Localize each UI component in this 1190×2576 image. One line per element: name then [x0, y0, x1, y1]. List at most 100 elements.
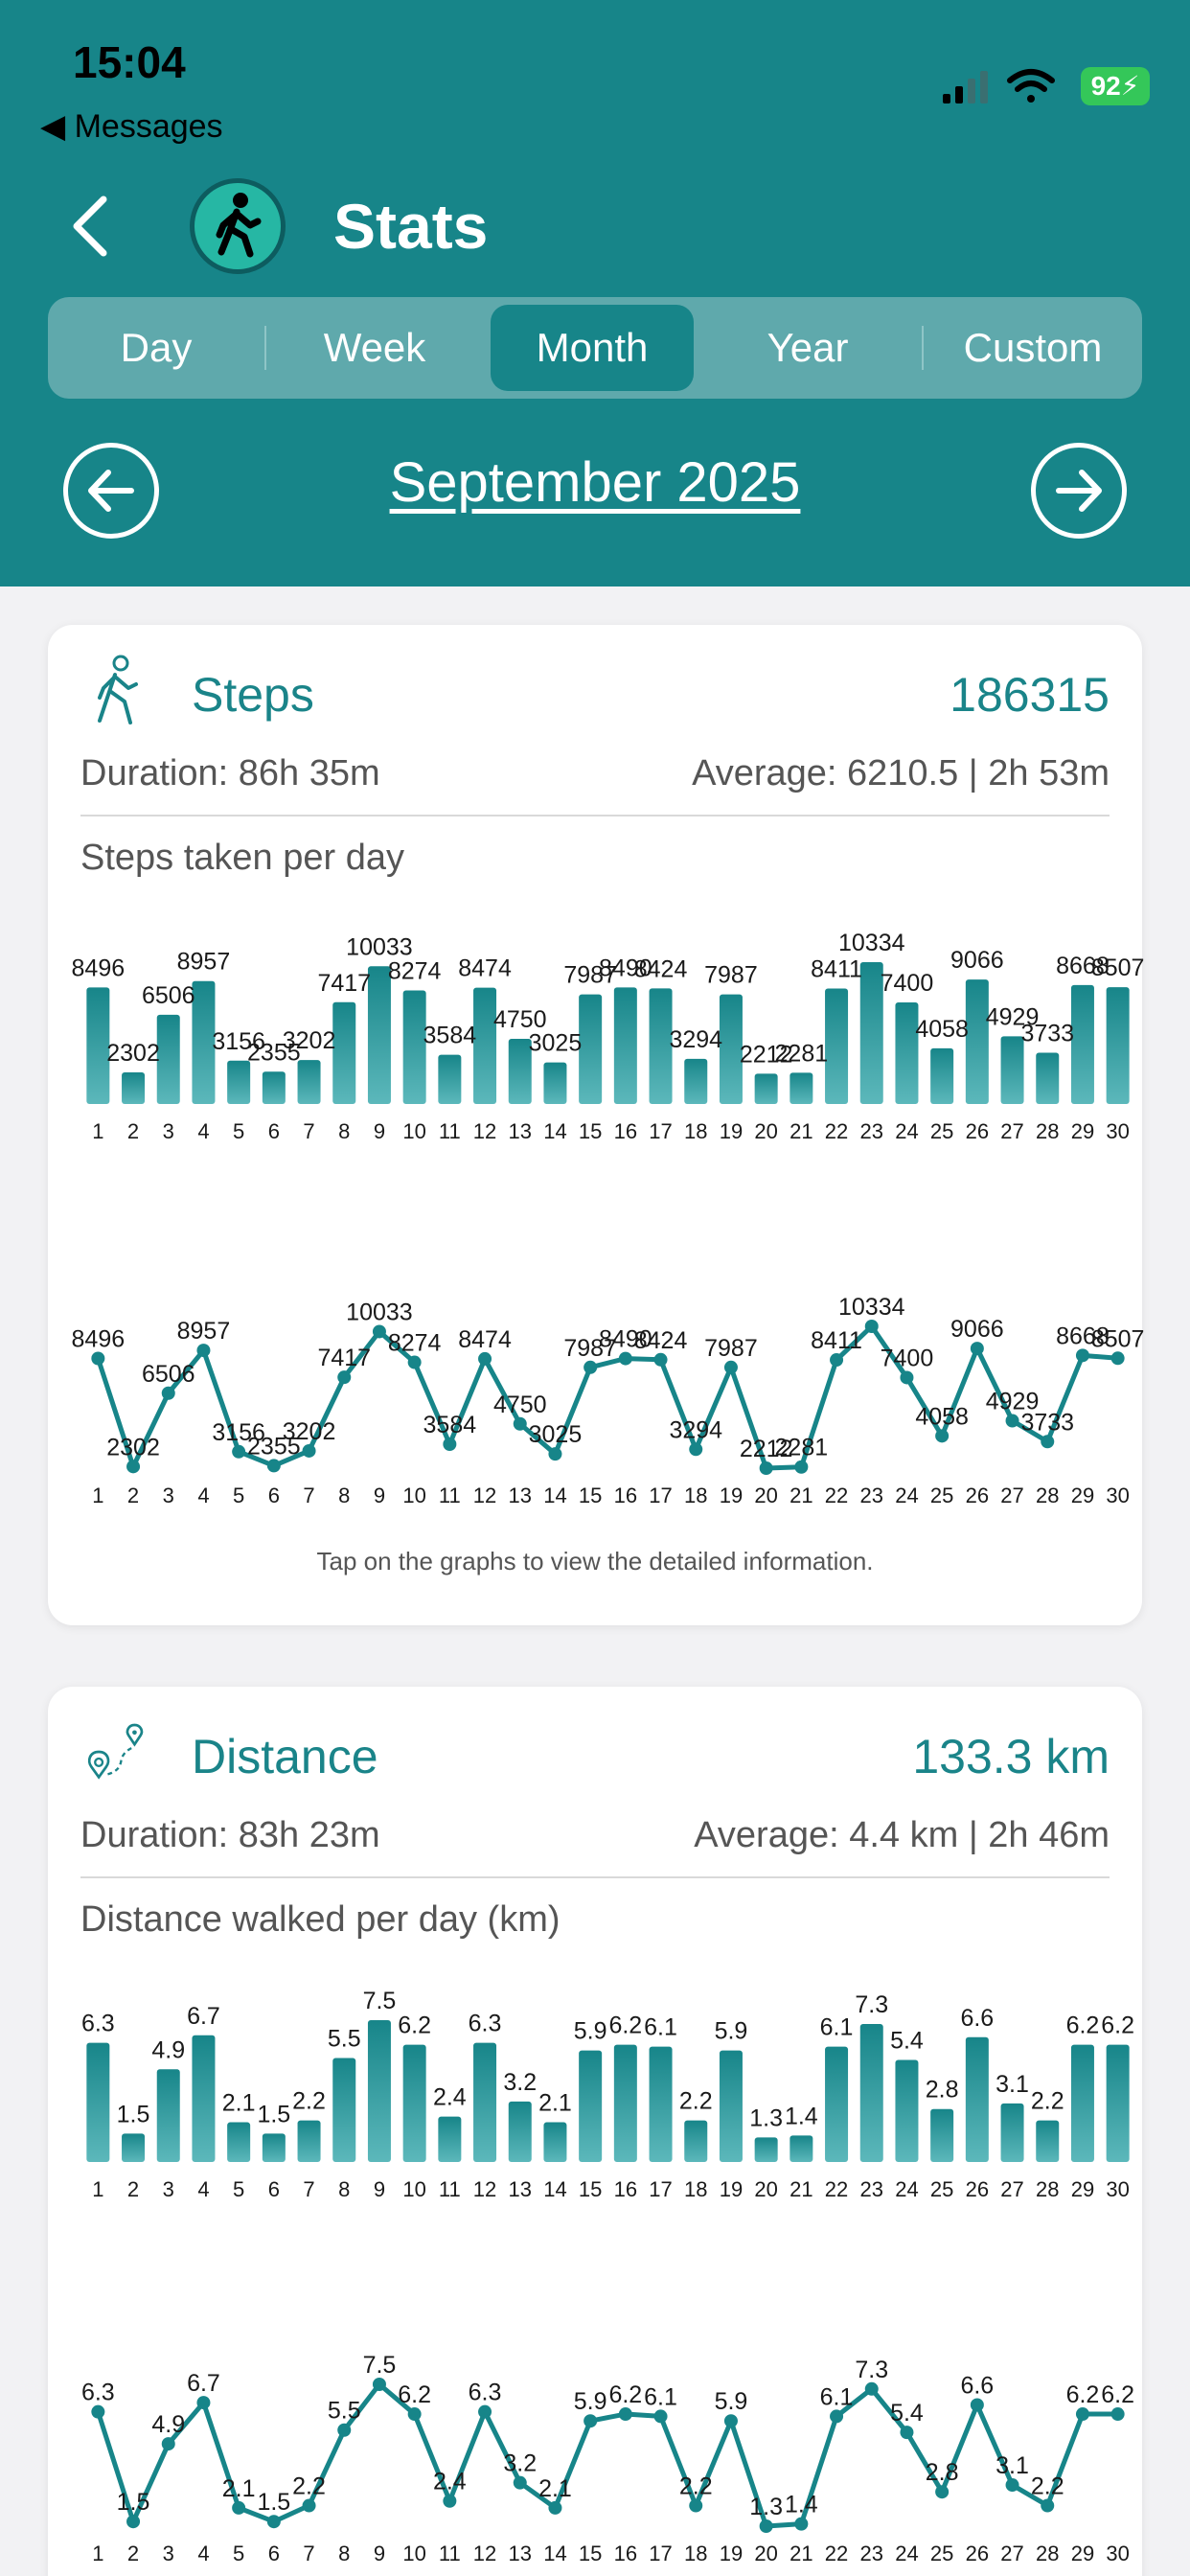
chart-point[interactable] — [759, 2519, 773, 2533]
chart-point[interactable] — [548, 2500, 562, 2515]
chart-point[interactable] — [584, 1360, 598, 1374]
chart-point[interactable] — [407, 1355, 422, 1369]
chart-point[interactable] — [126, 2515, 141, 2529]
chart-bar[interactable] — [508, 2101, 532, 2162]
chart-bar[interactable] — [297, 2120, 321, 2162]
chart-bar[interactable] — [965, 979, 989, 1104]
chart-bar[interactable] — [1106, 987, 1130, 1104]
chart-bar[interactable] — [613, 2044, 637, 2162]
chart-point[interactable] — [723, 2414, 738, 2428]
chart-bar[interactable] — [1036, 2120, 1060, 2162]
chart-point[interactable] — [1110, 2407, 1125, 2422]
chart-point[interactable] — [302, 2498, 316, 2513]
chart-point[interactable] — [161, 1386, 175, 1400]
chart-point[interactable] — [935, 1429, 950, 1443]
chart-point[interactable] — [900, 1370, 914, 1385]
chart-point[interactable] — [337, 1370, 352, 1385]
chart-bar[interactable] — [1036, 1052, 1060, 1104]
chart-point[interactable] — [478, 1351, 492, 1366]
chart-bar[interactable] — [297, 1060, 321, 1104]
tab-day[interactable]: Day — [48, 297, 264, 399]
chart-bar[interactable] — [156, 1014, 180, 1104]
chart-bar[interactable] — [192, 2035, 216, 2162]
chart-point[interactable] — [935, 2485, 950, 2499]
chart-point[interactable] — [266, 1459, 281, 1473]
steps-line-chart[interactable]: 8496230265068957315623553202741710033827… — [48, 1276, 1145, 1526]
steps-bar-chart[interactable]: 8496230265068957315623553202741710033827… — [48, 912, 1145, 1162]
chart-bar[interactable] — [156, 2069, 180, 2162]
chart-bar[interactable] — [332, 1001, 356, 1104]
chart-point[interactable] — [1041, 2498, 1055, 2513]
chart-point[interactable] — [232, 2500, 246, 2515]
chart-bar[interactable] — [473, 2042, 497, 2162]
back-to-messages-link[interactable]: ◀ Messages — [40, 107, 223, 146]
chart-bar[interactable] — [122, 1072, 146, 1104]
chart-bar[interactable] — [649, 2046, 673, 2162]
chart-point[interactable] — [689, 1442, 703, 1457]
chart-bar[interactable] — [1000, 2103, 1024, 2162]
chart-point[interactable] — [1075, 1348, 1089, 1363]
chart-point[interactable] — [1075, 2407, 1089, 2422]
chart-point[interactable] — [689, 2498, 703, 2513]
chart-point[interactable] — [970, 2398, 984, 2412]
chart-bar[interactable] — [684, 2120, 708, 2162]
chart-point[interactable] — [91, 2404, 105, 2419]
chart-point[interactable] — [548, 1447, 562, 1461]
chart-bar[interactable] — [754, 1073, 778, 1104]
chart-bar[interactable] — [930, 1047, 954, 1104]
chart-point[interactable] — [723, 1360, 738, 1374]
chart-point[interactable] — [372, 2378, 386, 2391]
chart-point[interactable] — [161, 2437, 175, 2451]
chart-point[interactable] — [1110, 1351, 1125, 1366]
chart-point[interactable] — [864, 1320, 879, 1333]
chart-bar[interactable] — [1070, 2044, 1094, 2162]
current-period-label[interactable]: September 2025 — [287, 450, 903, 515]
chart-point[interactable] — [830, 2409, 844, 2424]
chart-bar[interactable] — [367, 966, 391, 1104]
chart-bar[interactable] — [825, 988, 849, 1104]
chart-bar[interactable] — [1106, 2044, 1130, 2162]
chart-point[interactable] — [513, 1416, 527, 1431]
chart-bar[interactable] — [262, 1071, 286, 1104]
chart-point[interactable] — [970, 1342, 984, 1356]
chart-bar[interactable] — [262, 2133, 286, 2162]
chart-bar[interactable] — [579, 2050, 603, 2162]
tab-custom[interactable]: Custom — [924, 297, 1142, 399]
chart-point[interactable] — [196, 2396, 211, 2410]
chart-point[interactable] — [478, 2404, 492, 2419]
chart-point[interactable] — [126, 1460, 141, 1474]
chart-point[interactable] — [794, 1460, 809, 1474]
next-month-button[interactable] — [1031, 443, 1127, 539]
chart-point[interactable] — [864, 2381, 879, 2396]
chart-bar[interactable] — [859, 2023, 883, 2162]
chart-bar[interactable] — [227, 2122, 251, 2162]
chart-bar[interactable] — [543, 2122, 567, 2162]
chart-point[interactable] — [900, 2426, 914, 2440]
chart-bar[interactable] — [754, 2137, 778, 2162]
chart-point[interactable] — [337, 2423, 352, 2437]
previous-month-button[interactable] — [63, 443, 159, 539]
chart-point[interactable] — [372, 1324, 386, 1339]
chart-point[interactable] — [1041, 1435, 1055, 1449]
chart-bar[interactable] — [895, 2059, 919, 2162]
chart-point[interactable] — [794, 2517, 809, 2531]
chart-bar[interactable] — [613, 987, 637, 1104]
chart-point[interactable] — [584, 2414, 598, 2428]
chart-point[interactable] — [196, 1344, 211, 1358]
chart-bar[interactable] — [1070, 984, 1094, 1104]
chart-bar[interactable] — [473, 987, 497, 1104]
chart-bar[interactable] — [930, 2108, 954, 2162]
chart-bar[interactable] — [825, 2046, 849, 2162]
chart-bar[interactable] — [122, 2133, 146, 2162]
distance-bar-chart[interactable]: 6.31.54.96.72.1 1.5 2.25.57.56.22.46.33.22… — [48, 1970, 1142, 2229]
chart-point[interactable] — [302, 1443, 316, 1458]
chart-point[interactable] — [653, 1352, 668, 1367]
nav-back-icon[interactable] — [65, 192, 115, 261]
chart-bar[interactable] — [719, 2050, 743, 2162]
chart-bar[interactable] — [579, 994, 603, 1104]
distance-line-chart[interactable]: 6.31.54.96.72.11.52.25.57.56.22.46.33.22… — [48, 2334, 1142, 2576]
tab-year[interactable]: Year — [699, 297, 916, 399]
chart-point[interactable] — [618, 2407, 632, 2422]
chart-point[interactable] — [1005, 2478, 1019, 2493]
tab-week[interactable]: Week — [266, 297, 483, 399]
